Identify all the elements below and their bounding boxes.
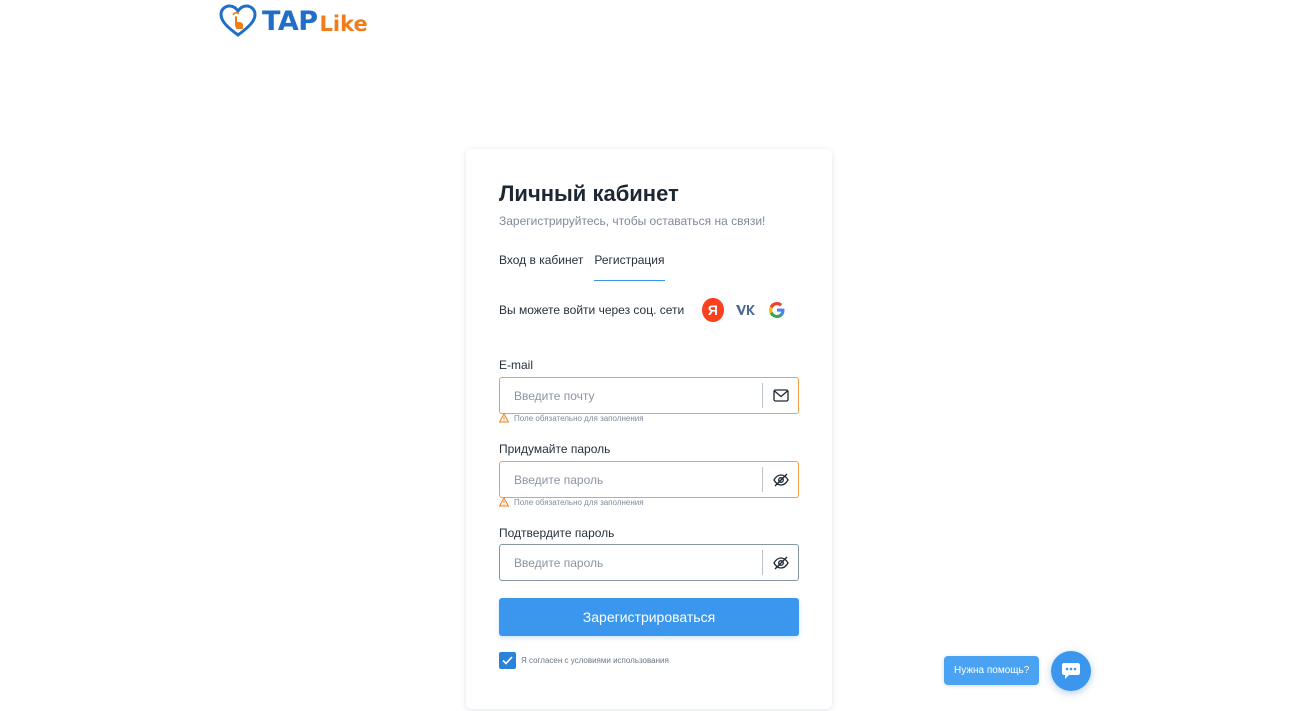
warning-icon	[499, 413, 509, 423]
email-error: Поле обязательно для заполнения	[499, 413, 644, 423]
terms-label: Я согласен с условиями использования	[521, 656, 669, 665]
confirm-password-label: Подтвердите пароль	[499, 526, 615, 540]
confirm-password-field	[499, 544, 799, 581]
password-label: Придумайте пароль	[499, 442, 611, 456]
page-title: Личный кабинет	[499, 181, 679, 206]
email-field	[499, 377, 799, 414]
eye-hidden-icon	[772, 556, 789, 569]
email-error-text: Поле обязательно для заполнения	[514, 413, 644, 423]
checkmark-icon	[502, 656, 513, 665]
password-error-text: Поле обязательно для заполнения	[514, 497, 644, 507]
email-label: E-mail	[499, 358, 534, 372]
password-error: Поле обязательно для заполнения	[499, 497, 644, 507]
yandex-icon: Я	[707, 302, 718, 318]
vk-icon	[736, 305, 756, 315]
warning-icon	[499, 497, 509, 507]
heart-touch-icon	[219, 4, 257, 37]
page: TAP Like Личный кабинет Зарегистрируйтес…	[0, 0, 1300, 711]
logo-text-tap: TAP	[262, 5, 318, 37]
logo-text-like: Like	[319, 11, 368, 36]
confirm-password-input[interactable]	[500, 545, 762, 580]
password-visibility-toggle[interactable]	[762, 467, 798, 492]
register-button[interactable]: Зарегистрироваться	[499, 598, 799, 636]
google-icon	[769, 302, 785, 318]
password-field	[499, 461, 799, 498]
vk-login-button[interactable]	[735, 298, 756, 322]
help-chat-button[interactable]	[1051, 651, 1091, 691]
terms-checkbox[interactable]	[499, 652, 516, 669]
taplike-logo[interactable]: TAP Like	[218, 4, 368, 38]
tab-login[interactable]: Вход в кабинет	[499, 249, 583, 281]
envelope-icon	[772, 389, 789, 402]
page-subtitle: Зарегистрируйтесь, чтобы оставаться на с…	[499, 214, 766, 228]
social-login: Вы можете войти через соц. сети Я	[499, 296, 799, 324]
social-login-label: Вы можете войти через соц. сети	[499, 303, 685, 317]
chat-bubble-icon	[1062, 663, 1080, 679]
yandex-login-button[interactable]: Я	[702, 298, 724, 322]
help-label[interactable]: Нужна помощь?	[944, 656, 1040, 685]
tab-registration[interactable]: Регистрация	[594, 249, 665, 281]
confirm-password-visibility-toggle[interactable]	[762, 550, 798, 575]
account-card: Личный кабинет Зарегистрируйтесь, чтобы …	[466, 149, 832, 709]
password-input[interactable]	[500, 462, 762, 497]
terms-agreement: Я согласен с условиями использования	[499, 652, 669, 669]
email-field-icon	[762, 383, 798, 408]
email-input[interactable]	[500, 378, 762, 413]
google-login-button[interactable]	[767, 298, 788, 322]
auth-tabs: Вход в кабинет Регистрация	[499, 249, 676, 281]
eye-hidden-icon	[772, 473, 789, 486]
